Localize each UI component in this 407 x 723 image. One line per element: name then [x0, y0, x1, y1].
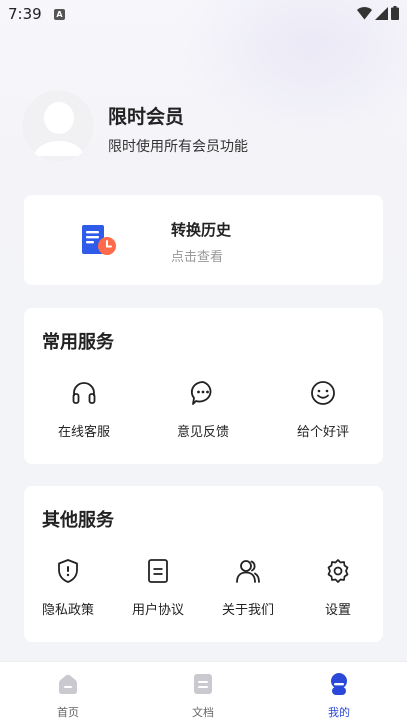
- other-services-card: 其他服务 隐私政策 用户协议 关于我们 设置: [24, 486, 383, 642]
- service-label: 设置: [324, 603, 351, 618]
- chat-bubble-icon: [190, 381, 212, 405]
- service-rate-us[interactable]: 给个好评: [278, 380, 368, 440]
- shield-icon: [58, 559, 78, 583]
- tab-mine[interactable]: 我的: [299, 672, 379, 720]
- history-title: 转换历史: [171, 221, 232, 239]
- conversion-history-card[interactable]: 转换历史 点击查看: [24, 195, 383, 285]
- status-time: 7:39: [8, 5, 42, 23]
- service-label: 用户协议: [131, 603, 184, 618]
- document-tab-icon: [194, 674, 212, 694]
- service-label: 意见反馈: [176, 425, 229, 440]
- service-label: 隐私政策: [41, 603, 94, 618]
- tab-home[interactable]: 首页: [28, 672, 108, 720]
- history-subtitle: 点击查看: [171, 250, 224, 265]
- tab-label: 我的: [328, 706, 350, 719]
- home-icon: [59, 674, 77, 694]
- service-feedback[interactable]: 意见反馈: [158, 380, 248, 440]
- users-icon: [236, 560, 260, 583]
- tab-label: 首页: [57, 706, 79, 719]
- service-user-agreement[interactable]: 用户协议: [113, 558, 203, 618]
- other-services-title: 其他服务: [42, 510, 114, 531]
- common-services-title: 常用服务: [42, 332, 114, 353]
- status-bar: 7:39 A: [0, 0, 407, 28]
- history-document-icon: [82, 225, 116, 255]
- gear-icon: [327, 559, 349, 583]
- service-about-us[interactable]: 关于我们: [203, 558, 293, 618]
- bottom-tab-bar: 首页 文档 我的: [0, 661, 407, 723]
- avatar[interactable]: [22, 90, 94, 162]
- service-online-support[interactable]: 在线客服: [39, 380, 129, 440]
- document-icon: [148, 559, 168, 583]
- wifi-icon: [357, 6, 372, 19]
- service-privacy-policy[interactable]: 隐私政策: [23, 558, 113, 618]
- membership-subtitle: 限时使用所有会员功能: [108, 139, 248, 155]
- notification-icon: A: [54, 9, 65, 20]
- membership-title[interactable]: 限时会员: [108, 102, 184, 129]
- status-icons: [357, 6, 399, 20]
- signal-icon: [375, 6, 388, 20]
- avatar-placeholder-icon: [22, 90, 94, 162]
- common-services-card: 常用服务 在线客服 意见反馈 给个好评: [24, 308, 383, 464]
- battery-icon: [391, 6, 399, 20]
- smiley-icon: [311, 381, 335, 405]
- service-label: 关于我们: [221, 603, 274, 618]
- service-label: 在线客服: [57, 425, 110, 440]
- service-label: 给个好评: [296, 425, 349, 440]
- service-settings[interactable]: 设置: [293, 558, 383, 618]
- headset-icon: [72, 382, 96, 404]
- tab-documents[interactable]: 文档: [163, 672, 243, 720]
- tab-label: 文档: [192, 706, 214, 719]
- profile-tab-icon: [331, 673, 347, 695]
